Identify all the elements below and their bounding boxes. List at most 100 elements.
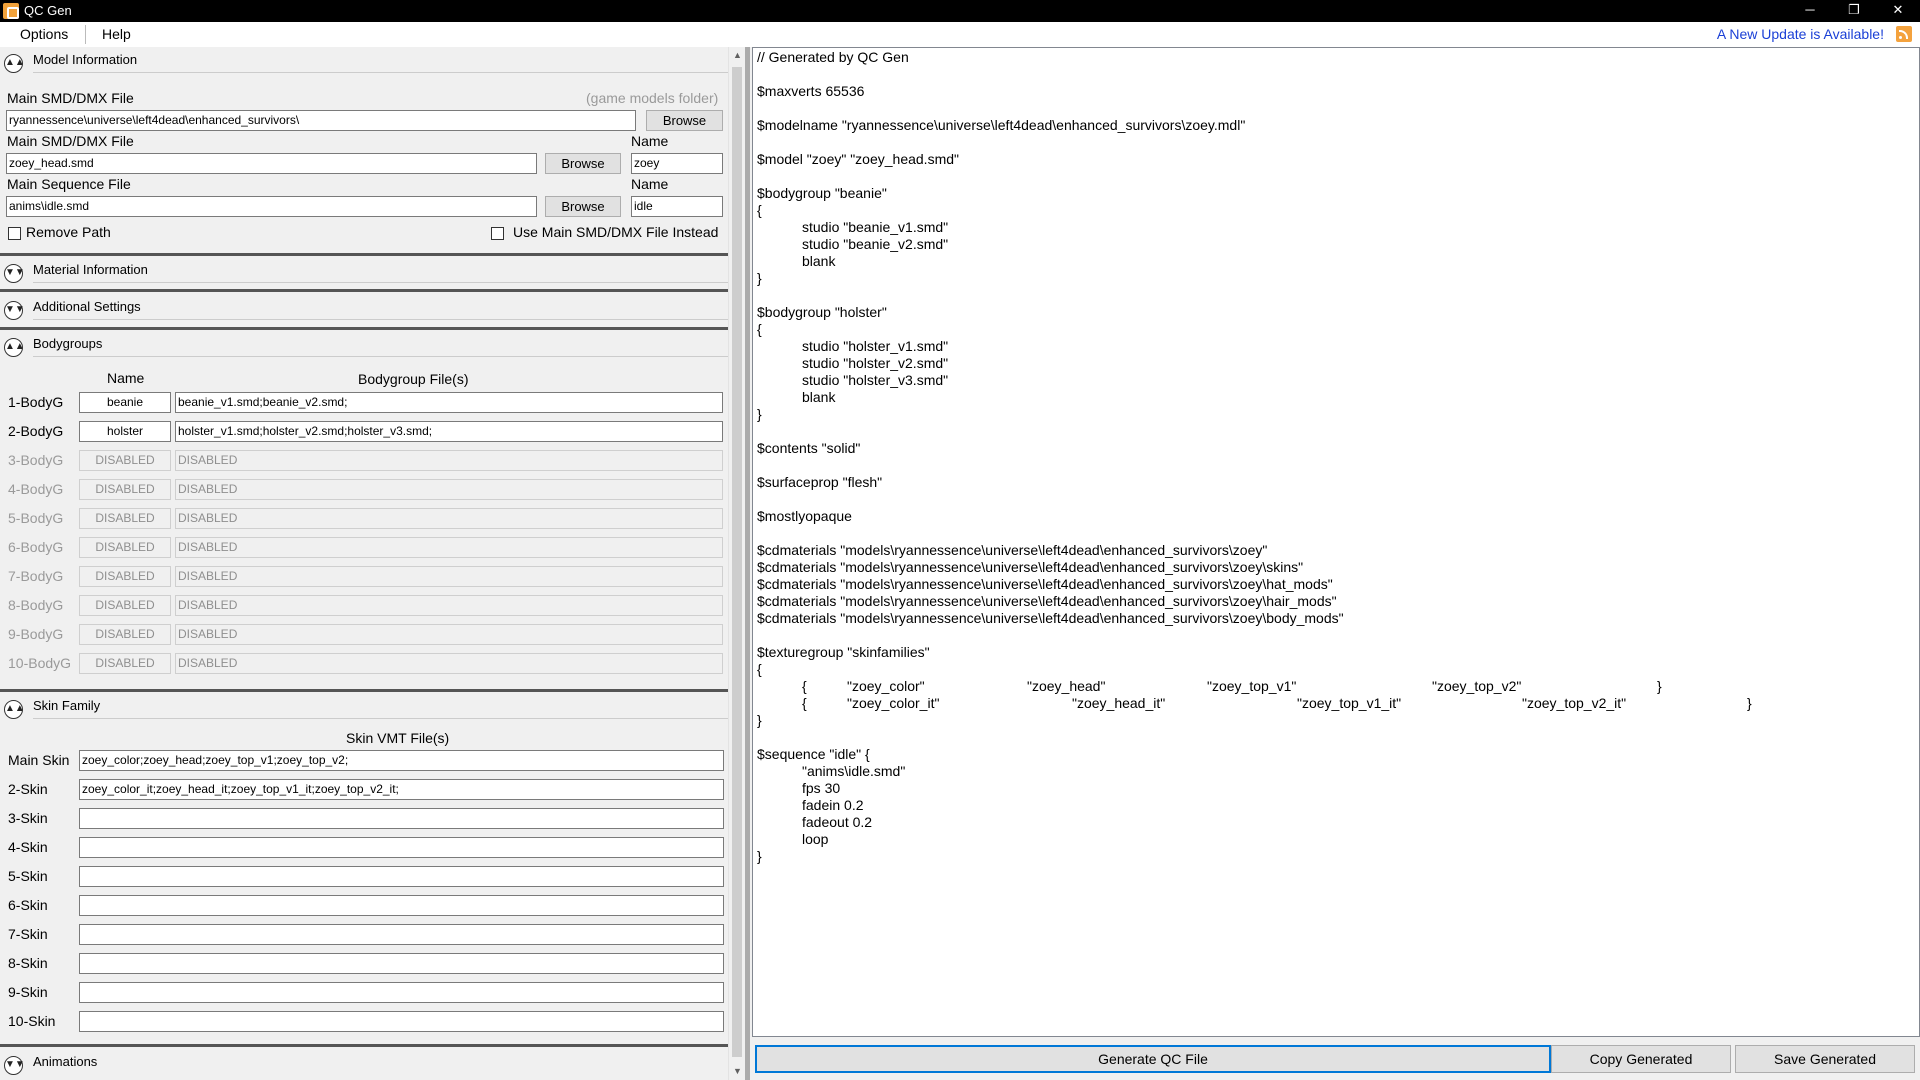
- skin-files-field[interactable]: [79, 953, 724, 974]
- section-title: Bodygroups: [33, 336, 103, 351]
- bodygroup-files-field[interactable]: beanie_v1.smd;beanie_v2.smd;: [175, 392, 723, 413]
- section-title: Animations: [33, 1054, 98, 1069]
- menu-bar: Options Help A New Update is Available!: [0, 22, 1920, 47]
- skin-row-label: Main Skin: [8, 752, 70, 768]
- sequence-name-label: Name: [631, 176, 669, 192]
- bodygroups-header[interactable]: ▲▲ Bodygroups: [0, 331, 728, 361]
- bodygroup-files-field: DISABLED: [175, 653, 723, 674]
- scroll-up-icon[interactable]: ▲: [729, 47, 746, 64]
- skin-files-field[interactable]: [79, 982, 724, 1003]
- bodygroup-row-label: 6-BodyG: [8, 539, 64, 555]
- smd-file-label: Main SMD/DMX File: [7, 133, 134, 149]
- bodygroup-row-label: 3-BodyG: [8, 452, 64, 468]
- browse-sequence-button[interactable]: Browse: [545, 196, 621, 217]
- bodygroup-files-field: DISABLED: [175, 479, 723, 500]
- section-divider: [0, 253, 728, 256]
- additional-settings-header[interactable]: ▼▼ Additional Settings: [0, 294, 728, 324]
- scroll-down-icon[interactable]: ▼: [729, 1063, 746, 1080]
- section-divider: [0, 289, 728, 292]
- smd-name-label: Name: [631, 133, 669, 149]
- menu-separator: [85, 25, 86, 44]
- bodygroup-files-column-header: Bodygroup File(s): [358, 371, 469, 387]
- sequence-file-field[interactable]: anims\idle.smd: [6, 196, 537, 217]
- bodygroup-files-field: DISABLED: [175, 624, 723, 645]
- bodygroup-name-field: DISABLED: [79, 624, 171, 645]
- animations-header[interactable]: ▼▼ Animations: [0, 1049, 728, 1079]
- section-rule: [33, 319, 728, 320]
- restore-button[interactable]: ❐: [1832, 0, 1876, 22]
- bodygroup-name-field[interactable]: holster: [79, 421, 171, 442]
- skin-files-field[interactable]: [79, 924, 724, 945]
- update-available-link[interactable]: A New Update is Available!: [1717, 26, 1884, 42]
- collapse-icon[interactable]: ▲▲: [4, 54, 25, 73]
- skin-files-field[interactable]: [79, 808, 724, 829]
- copy-generated-button[interactable]: Copy Generated: [1551, 1045, 1731, 1073]
- bodygroup-name-field: DISABLED: [79, 479, 171, 500]
- model-information-header[interactable]: ▲▲ Model Information: [0, 47, 728, 77]
- bodygroup-name-column-header: Name: [107, 370, 145, 386]
- expand-icon[interactable]: ▼▼: [4, 1056, 25, 1075]
- skin-files-field[interactable]: [79, 895, 724, 916]
- remove-path-checkbox[interactable]: [8, 227, 21, 240]
- rss-icon[interactable]: [1896, 26, 1912, 42]
- bodygroup-files-field: DISABLED: [175, 595, 723, 616]
- title-bar: QC Gen ─ ❐ ✕: [0, 0, 1920, 22]
- sequence-name-field[interactable]: idle: [631, 196, 723, 217]
- generate-qc-button[interactable]: Generate QC File: [755, 1045, 1551, 1073]
- expand-icon[interactable]: ▼▼: [4, 264, 25, 283]
- bodygroup-files-field: DISABLED: [175, 537, 723, 558]
- skin-row-label: 4-Skin: [8, 839, 48, 855]
- section-divider: [0, 689, 728, 692]
- qc-output-text[interactable]: // Generated by QC Gen $maxverts 65536 $…: [757, 49, 1752, 865]
- bodygroup-name-field: DISABLED: [79, 508, 171, 529]
- bodygroup-row-label: 1-BodyG: [8, 394, 64, 410]
- skin-row-label: 5-Skin: [8, 868, 48, 884]
- collapse-icon[interactable]: ▲▲: [4, 700, 25, 719]
- minimize-button[interactable]: ─: [1788, 0, 1832, 22]
- bodygroup-name-field: DISABLED: [79, 537, 171, 558]
- qc-output-textarea[interactable]: // Generated by QC Gen $maxverts 65536 $…: [752, 47, 1920, 1037]
- menu-help[interactable]: Help: [102, 26, 131, 42]
- smd-name-field[interactable]: zoey: [631, 153, 723, 174]
- browse-models-folder-button[interactable]: Browse: [646, 110, 723, 131]
- use-main-smd-label: Use Main SMD/DMX File Instead: [513, 224, 719, 240]
- skin-files-field[interactable]: [79, 837, 724, 858]
- scrollbar-thumb[interactable]: [732, 67, 742, 1057]
- skin-files-field[interactable]: zoey_color;zoey_head;zoey_top_v1;zoey_to…: [79, 750, 724, 771]
- browse-smd-button[interactable]: Browse: [545, 153, 621, 174]
- bodygroup-files-field[interactable]: holster_v1.smd;holster_v2.smd;holster_v3…: [175, 421, 723, 442]
- skin-family-header[interactable]: ▲▲ Skin Family: [0, 693, 728, 723]
- section-title: Additional Settings: [33, 299, 141, 314]
- bodygroup-row-label: 2-BodyG: [8, 423, 64, 439]
- close-button[interactable]: ✕: [1876, 0, 1920, 22]
- models-folder-field[interactable]: ryannessence\universe\left4dead\enhanced…: [6, 110, 636, 131]
- bodygroup-row-label: 10-BodyG: [8, 655, 72, 671]
- bodygroup-name-field: DISABLED: [79, 566, 171, 587]
- save-generated-button[interactable]: Save Generated: [1735, 1045, 1915, 1073]
- smd-file-field[interactable]: zoey_head.smd: [6, 153, 537, 174]
- section-divider: [0, 327, 728, 330]
- skin-row-label: 6-Skin: [8, 897, 48, 913]
- section-title: Model Information: [33, 52, 138, 67]
- section-rule: [33, 282, 728, 283]
- section-rule: [33, 356, 728, 357]
- window-title: QC Gen: [24, 3, 72, 18]
- bodygroup-files-field: DISABLED: [175, 450, 723, 471]
- sequence-file-label: Main Sequence File: [7, 176, 131, 192]
- menu-options[interactable]: Options: [20, 26, 68, 42]
- material-information-header[interactable]: ▼▼ Material Information: [0, 257, 728, 287]
- skin-files-field[interactable]: zoey_color_it;zoey_head_it;zoey_top_v1_i…: [79, 779, 724, 800]
- bodygroup-row-label: 4-BodyG: [8, 481, 64, 497]
- collapse-icon[interactable]: ▲▲: [4, 338, 25, 357]
- expand-icon[interactable]: ▼▼: [4, 301, 25, 320]
- bodygroup-name-field: DISABLED: [79, 595, 171, 616]
- skin-row-label: 10-Skin: [8, 1013, 56, 1029]
- skin-row-label: 9-Skin: [8, 984, 48, 1000]
- bodygroup-files-field: DISABLED: [175, 566, 723, 587]
- bodygroup-files-field: DISABLED: [175, 508, 723, 529]
- bodygroup-name-field[interactable]: beanie: [79, 392, 171, 413]
- skin-files-field[interactable]: [79, 866, 724, 887]
- skin-files-field[interactable]: [79, 1011, 724, 1032]
- use-main-smd-checkbox[interactable]: [491, 227, 504, 240]
- settings-scrollbar[interactable]: ▲ ▼: [728, 47, 745, 1080]
